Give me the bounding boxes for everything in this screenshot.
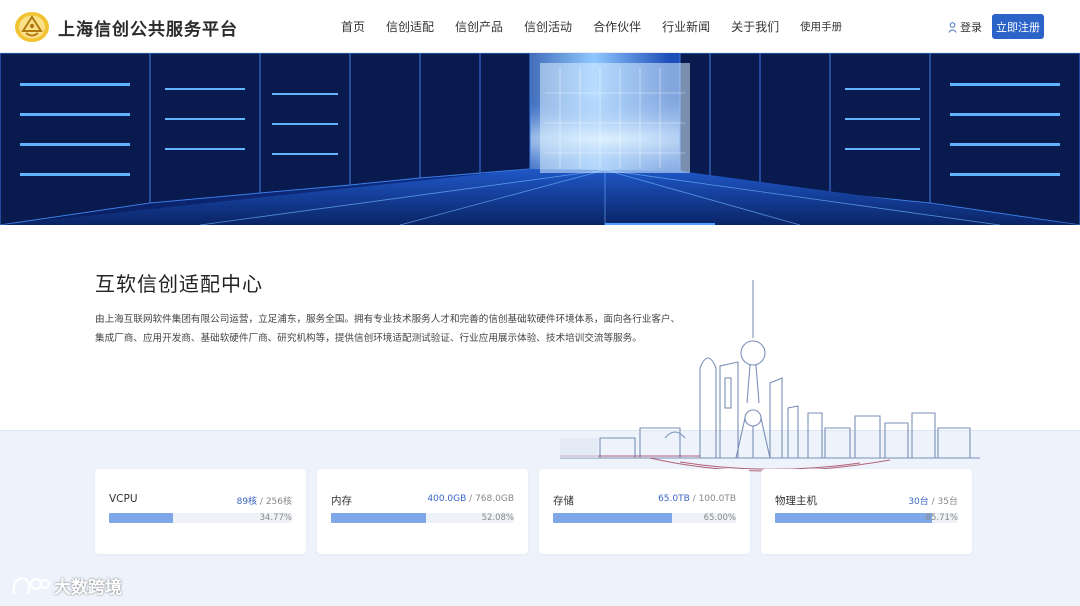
nav-about[interactable]: 关于我们: [731, 18, 779, 35]
user-icon: [948, 21, 957, 33]
nav-partners[interactable]: 合作伙伴: [593, 18, 641, 35]
login-label: 登录: [960, 21, 982, 34]
resource-progress-fill: [553, 513, 672, 523]
watermark-text: 大数跨境: [54, 578, 122, 598]
resource-label: 物理主机: [775, 495, 817, 507]
hero-banner-image: [0, 53, 1080, 225]
platform-logo-icon[interactable]: [14, 11, 50, 43]
header: 上海信创公共服务平台 首页 信创适配 信创产品 信创活动 合作伙伴 行业新闻 关于我们 使用手…: [0, 0, 1080, 53]
resource-progress-fill: [331, 513, 427, 523]
resource-card-vcpu: VCPU 89核 / 256核 34.77%: [95, 469, 306, 554]
resource-percent: 85.71%: [925, 513, 958, 523]
resource-label: 存储: [553, 495, 574, 507]
resource-label: 内存: [331, 495, 352, 507]
resource-total: 100.0TB: [698, 494, 736, 504]
resource-percent: 34.77%: [259, 513, 292, 523]
resource-usage: 65.0TB / 100.0TB: [658, 494, 736, 504]
resource-separator: /: [689, 494, 699, 504]
resource-separator: /: [466, 494, 476, 504]
resource-cards: VCPU 89核 / 256核 34.77% 内存 400.0GB / 768.0GB 5…: [95, 469, 972, 554]
resource-used: 65.0TB: [658, 494, 690, 504]
main-nav: 首页 信创适配 信创产品 信创活动 合作伙伴 行业新闻 关于我们 使用手册: [341, 18, 863, 35]
resource-total: 768.0GB: [475, 494, 514, 504]
nav-manual[interactable]: 使用手册: [800, 19, 842, 35]
resource-progress-fill: [775, 513, 932, 523]
shanghai-skyline-illustration: [560, 280, 980, 472]
nav-adaptation[interactable]: 信创适配: [386, 18, 434, 35]
resource-usage: 400.0GB / 768.0GB: [427, 494, 514, 504]
page: 上海信创公共服务平台 首页 信创适配 信创产品 信创活动 合作伙伴 行业新闻 关于我们 使用手…: [0, 0, 1080, 606]
resource-used: 89核: [236, 497, 258, 507]
watermark-logo-icon: [12, 576, 50, 594]
center-title: 互软信创适配中心: [95, 272, 263, 296]
resource-used: 30台: [908, 497, 929, 507]
login-link[interactable]: 登录: [948, 19, 982, 35]
resource-card-memory: 内存 400.0GB / 768.0GB 52.08%: [317, 469, 528, 554]
resource-usage: 89核 / 256核: [237, 494, 292, 507]
nav-home[interactable]: 首页: [341, 18, 365, 35]
resource-total: 35台: [937, 497, 958, 507]
resource-usage: 30台 / 35台: [908, 494, 958, 507]
resource-percent: 52.08%: [481, 513, 514, 523]
resource-separator: /: [257, 497, 266, 507]
resource-percent: 65.00%: [703, 513, 736, 523]
register-button[interactable]: 立即注册: [992, 14, 1044, 39]
brand-title[interactable]: 上海信创公共服务平台: [58, 15, 238, 40]
resource-label: VCPU: [109, 493, 138, 505]
resource-card-physical-host: 物理主机 30台 / 35台 85.71%: [761, 469, 972, 554]
nav-activities[interactable]: 信创活动: [524, 18, 572, 35]
resource-total: 256核: [265, 497, 292, 507]
resource-used: 400.0GB: [427, 494, 467, 504]
resource-separator: /: [928, 497, 938, 507]
nav-news[interactable]: 行业新闻: [662, 18, 710, 35]
resource-card-storage: 存储 65.0TB / 100.0TB 65.00%: [539, 469, 750, 554]
resource-progress-fill: [109, 513, 173, 523]
nav-products[interactable]: 信创产品: [455, 18, 503, 35]
watermark: 大数跨境: [10, 573, 122, 598]
